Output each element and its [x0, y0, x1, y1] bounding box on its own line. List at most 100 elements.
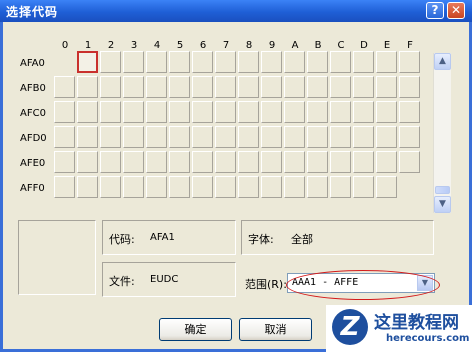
code-cell[interactable]	[146, 76, 167, 98]
code-cell[interactable]	[261, 101, 282, 123]
close-button[interactable]: ✕	[447, 2, 465, 19]
code-cell[interactable]	[376, 176, 397, 198]
code-cell[interactable]	[238, 151, 259, 173]
code-cell[interactable]	[238, 76, 259, 98]
code-cell[interactable]	[215, 51, 236, 73]
code-cell[interactable]	[169, 76, 190, 98]
code-cell[interactable]	[261, 76, 282, 98]
code-cell[interactable]	[284, 76, 305, 98]
code-cell[interactable]	[215, 101, 236, 123]
code-cell[interactable]	[353, 51, 374, 73]
code-cell[interactable]	[376, 101, 397, 123]
code-cell[interactable]	[54, 151, 75, 173]
code-cell[interactable]	[284, 101, 305, 123]
code-cell[interactable]	[238, 51, 259, 73]
code-cell[interactable]	[215, 151, 236, 173]
code-cell[interactable]	[399, 51, 420, 73]
scroll-down-button[interactable]: ▼	[434, 196, 451, 213]
code-cell[interactable]	[284, 176, 305, 198]
code-cell[interactable]	[376, 76, 397, 98]
code-cell[interactable]	[169, 101, 190, 123]
code-cell[interactable]	[192, 101, 213, 123]
code-cell[interactable]	[146, 101, 167, 123]
code-cell[interactable]	[376, 51, 397, 73]
code-cell[interactable]	[100, 101, 121, 123]
code-cell[interactable]	[307, 76, 328, 98]
code-cell[interactable]	[238, 101, 259, 123]
grid-scrollbar[interactable]: ▲ ▼	[433, 53, 451, 213]
code-cell[interactable]	[146, 151, 167, 173]
code-cell[interactable]	[146, 126, 167, 148]
code-cell[interactable]	[238, 176, 259, 198]
code-cell[interactable]	[146, 51, 167, 73]
code-cell[interactable]	[261, 151, 282, 173]
code-cell[interactable]	[123, 101, 144, 123]
code-cell[interactable]	[192, 126, 213, 148]
code-cell[interactable]	[169, 176, 190, 198]
code-cell[interactable]	[353, 176, 374, 198]
code-cell[interactable]	[261, 126, 282, 148]
code-cell[interactable]	[399, 126, 420, 148]
code-cell[interactable]	[77, 126, 98, 148]
code-cell[interactable]	[353, 101, 374, 123]
code-cell[interactable]	[192, 176, 213, 198]
code-cell[interactable]	[376, 126, 397, 148]
code-cell[interactable]	[399, 76, 420, 98]
code-cell[interactable]	[307, 176, 328, 198]
code-cell[interactable]	[123, 51, 144, 73]
code-cell[interactable]	[192, 51, 213, 73]
title-bar[interactable]: 选择代码 ? ✕	[0, 0, 472, 22]
code-cell[interactable]	[330, 176, 351, 198]
code-cell[interactable]	[215, 126, 236, 148]
code-cell[interactable]	[307, 126, 328, 148]
code-cell[interactable]	[330, 101, 351, 123]
code-cell[interactable]	[123, 126, 144, 148]
code-cell[interactable]	[238, 126, 259, 148]
code-cell[interactable]	[353, 151, 374, 173]
code-cell[interactable]	[307, 151, 328, 173]
code-cell[interactable]	[307, 51, 328, 73]
code-cell[interactable]	[261, 51, 282, 73]
code-cell[interactable]	[284, 151, 305, 173]
code-cell[interactable]	[330, 76, 351, 98]
code-cell[interactable]	[261, 176, 282, 198]
code-cell[interactable]	[54, 126, 75, 148]
code-cell[interactable]	[330, 51, 351, 73]
code-cell[interactable]	[54, 176, 75, 198]
code-cell[interactable]	[353, 76, 374, 98]
code-cell[interactable]	[169, 151, 190, 173]
code-cell[interactable]	[330, 151, 351, 173]
code-cell[interactable]	[123, 151, 144, 173]
code-cell[interactable]	[77, 51, 98, 73]
code-cell[interactable]	[100, 76, 121, 98]
code-cell[interactable]	[100, 176, 121, 198]
code-cell[interactable]	[353, 126, 374, 148]
code-cell[interactable]	[77, 76, 98, 98]
code-cell[interactable]	[123, 176, 144, 198]
code-cell[interactable]	[169, 51, 190, 73]
code-cell[interactable]	[77, 151, 98, 173]
code-cell[interactable]	[330, 126, 351, 148]
code-cell[interactable]	[284, 51, 305, 73]
code-cell[interactable]	[100, 151, 121, 173]
code-cell[interactable]	[192, 76, 213, 98]
code-cell[interactable]	[123, 76, 144, 98]
code-cell[interactable]	[146, 176, 167, 198]
cancel-button[interactable]: 取消	[239, 318, 312, 341]
code-cell[interactable]	[215, 76, 236, 98]
scroll-up-button[interactable]: ▲	[434, 53, 451, 70]
code-cell[interactable]	[284, 126, 305, 148]
code-cell[interactable]	[376, 151, 397, 173]
code-cell[interactable]	[399, 151, 420, 173]
scroll-thumb[interactable]	[435, 186, 450, 194]
code-cell[interactable]	[54, 101, 75, 123]
code-cell[interactable]	[100, 126, 121, 148]
code-cell[interactable]	[54, 76, 75, 98]
code-cell[interactable]	[307, 101, 328, 123]
code-cell[interactable]	[169, 126, 190, 148]
code-cell[interactable]	[399, 101, 420, 123]
help-button[interactable]: ?	[426, 2, 444, 19]
code-cell[interactable]	[215, 176, 236, 198]
ok-button[interactable]: 确定	[159, 318, 232, 341]
code-cell[interactable]	[192, 151, 213, 173]
